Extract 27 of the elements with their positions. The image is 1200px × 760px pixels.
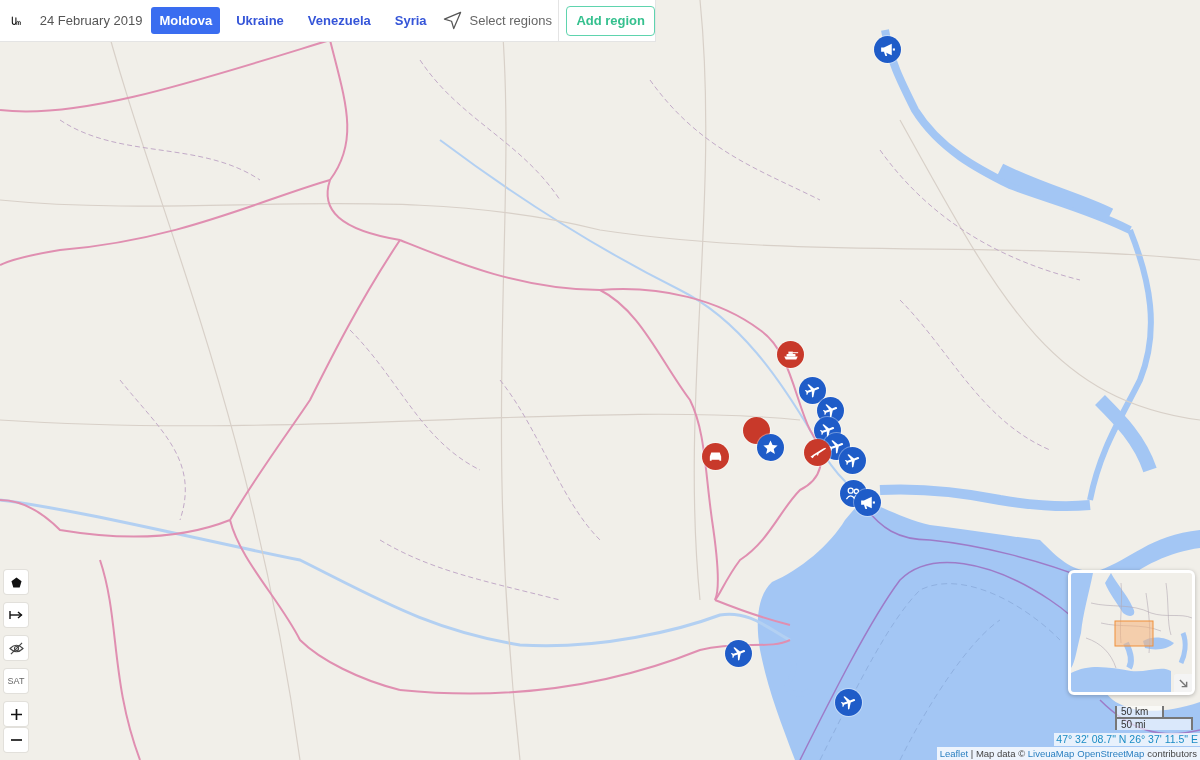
date-label: 24 February 2019: [39, 13, 143, 28]
zoom-in-button[interactable]: [4, 702, 28, 726]
cursor-coordinates: 47° 32' 08.7" N 26° 37' 11.5" E: [1054, 733, 1200, 746]
region-tab[interactable]: Ukraine: [228, 7, 292, 34]
attribution-link[interactable]: LiveuaMap: [1027, 748, 1075, 759]
plus-icon: [10, 708, 22, 720]
attribution-text: Leaflet | Map data © LiveuaMap OpenStreetMap contributors: [936, 747, 1200, 760]
minimap-toggle-button[interactable]: [1174, 674, 1192, 692]
satellite-layer-button[interactable]: SAT: [4, 669, 28, 693]
pentagon-icon: [10, 576, 22, 588]
zoom-out-button[interactable]: [4, 728, 28, 752]
region-tab[interactable]: Venezuela: [299, 7, 379, 34]
measure-button[interactable]: [4, 603, 28, 627]
minus-icon: [10, 739, 22, 741]
arrow-to-bar-icon: [9, 610, 23, 620]
region-tab[interactable]: Syria: [386, 7, 435, 34]
navigation-arrow-icon: [442, 11, 462, 30]
region-tab[interactable]: Moldova: [151, 7, 221, 34]
leaflet-link[interactable]: Leaflet: [939, 748, 969, 759]
attribution-link[interactable]: OpenStreetMap: [1077, 748, 1145, 759]
diagonal-arrow-icon: [1178, 678, 1188, 688]
scale-bar: 50 km: [1115, 706, 1164, 719]
draw-polygon-button[interactable]: [4, 570, 28, 594]
hide-markers-button[interactable]: [4, 636, 28, 660]
eye-slash-icon: [8, 641, 24, 655]
scale-bar: 50 mi: [1115, 717, 1193, 730]
select-regions-button[interactable]: Select regions: [436, 7, 558, 34]
